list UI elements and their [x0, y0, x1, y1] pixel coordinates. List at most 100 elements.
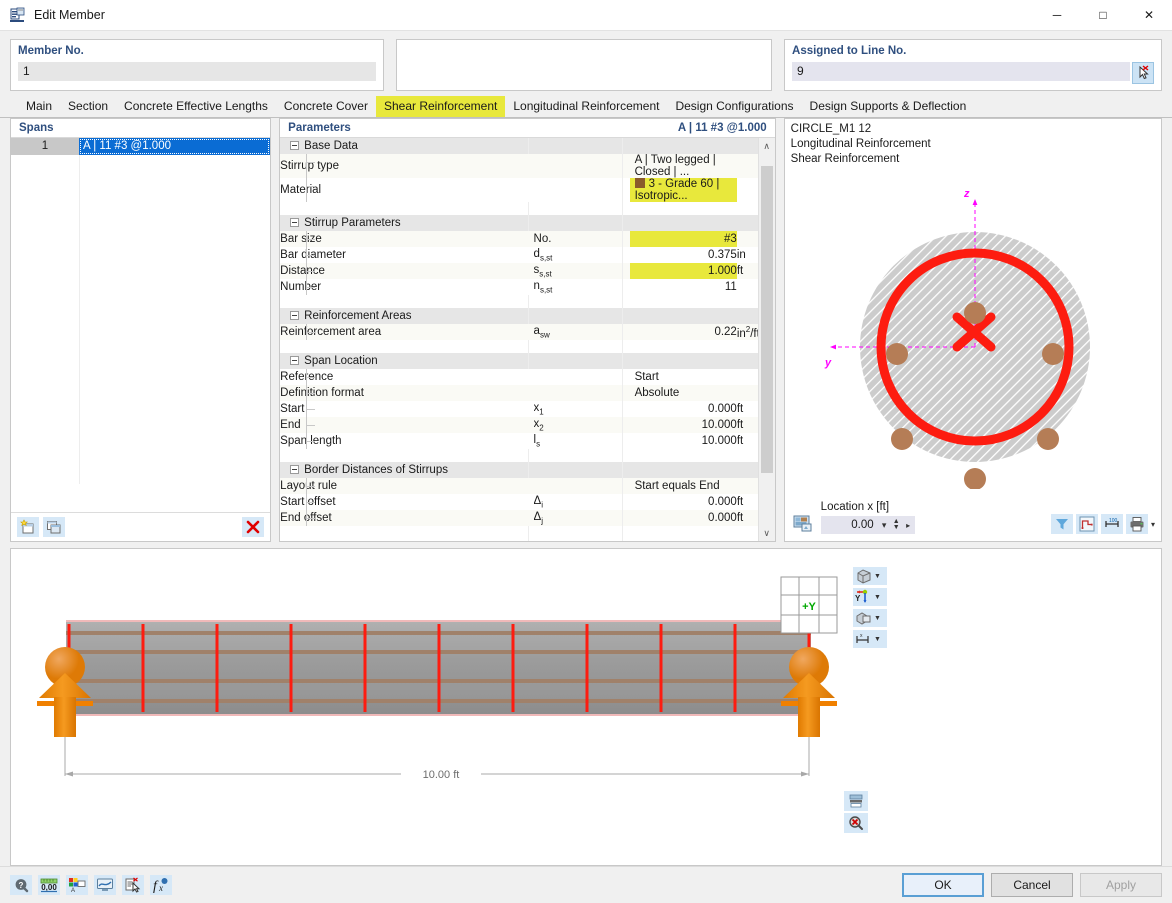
param-row[interactable]: Reinforcement area asw 0.22 in2/ft: [280, 324, 775, 340]
collapse-icon[interactable]: [290, 141, 300, 150]
section-view-icon[interactable]: ▼: [853, 609, 887, 627]
param-value[interactable]: 11: [629, 279, 737, 295]
parameters-scrollbar[interactable]: ∧ ∨: [757, 138, 775, 541]
collapse-icon[interactable]: [290, 465, 300, 474]
scroll-up-arrow[interactable]: ∧: [759, 138, 775, 154]
visual-objects-icon[interactable]: [94, 875, 116, 895]
param-row[interactable]: Bar size No. #3: [280, 231, 775, 247]
print-icon[interactable]: [1125, 514, 1148, 534]
tab-design-supports-deflection[interactable]: Design Supports & Deflection: [802, 96, 975, 117]
comment-icon[interactable]: [122, 875, 144, 895]
render-cube-icon[interactable]: ▼: [853, 567, 887, 585]
param-value[interactable]: Start: [629, 369, 737, 385]
collapse-icon[interactable]: [290, 218, 300, 227]
chevron-down-icon[interactable]: ▼: [874, 636, 881, 643]
close-button[interactable]: ✕: [1126, 0, 1172, 30]
tab-shear-reinforcement[interactable]: Shear Reinforcement: [375, 96, 506, 117]
formula-icon[interactable]: f x: [150, 875, 172, 895]
chevron-down-icon[interactable]: ▼: [874, 594, 881, 601]
param-value[interactable]: 0.000: [629, 510, 737, 526]
dimensions-icon[interactable]: [1075, 514, 1098, 534]
pick-line-icon[interactable]: [1132, 62, 1154, 84]
param-value[interactable]: Absolute: [629, 385, 737, 401]
header-fields: Member No. Assigned to Line No.: [0, 31, 1172, 97]
delete-icon[interactable]: [242, 517, 265, 537]
help-icon[interactable]: ?: [10, 875, 32, 895]
units-icon[interactable]: 0,00: [38, 875, 60, 895]
display-properties-icon[interactable]: A: [66, 875, 88, 895]
middle-box: [396, 39, 773, 91]
copy-span-icon[interactable]: [43, 517, 65, 537]
cancel-button[interactable]: Cancel: [991, 873, 1073, 897]
next-location-icon[interactable]: ▸: [902, 521, 915, 530]
member-no-input[interactable]: [18, 62, 377, 81]
tab-design-configurations[interactable]: Design Configurations: [667, 96, 801, 117]
param-group-label: Span Location: [304, 355, 378, 367]
scrollbar-thumb[interactable]: [760, 166, 773, 473]
param-row[interactable]: Layout rule Start equals End: [280, 478, 775, 494]
tab-concrete-cover[interactable]: Concrete Cover: [276, 96, 376, 117]
assigned-line-box: Assigned to Line No.: [784, 39, 1162, 91]
param-value[interactable]: 10.000: [629, 417, 737, 433]
scroll-down-arrow[interactable]: ∨: [759, 525, 775, 541]
param-row[interactable]: End offset Δj 0.000 ft: [280, 510, 775, 526]
filter-icon[interactable]: [1050, 514, 1073, 534]
param-row[interactable]: Start offset Δi 0.000 ft: [280, 494, 775, 510]
assigned-line-input[interactable]: [792, 62, 1130, 81]
collapse-icon[interactable]: [290, 356, 300, 365]
axis-system-icon[interactable]: Y ▼: [853, 588, 887, 606]
spinner-icon[interactable]: ▲ ▼: [891, 518, 902, 531]
print-dropdown-caret[interactable]: ▾: [1151, 520, 1155, 529]
param-value[interactable]: 3 - Grade 60 | Isotropic...: [629, 178, 737, 202]
tab-longitudinal-reinforcement[interactable]: Longitudinal Reinforcement: [505, 96, 667, 117]
tab-concrete-effective-lengths[interactable]: Concrete Effective Lengths: [116, 96, 276, 117]
zoom-reset-icon[interactable]: [844, 813, 868, 833]
param-value[interactable]: Start equals End: [629, 478, 737, 494]
param-value[interactable]: 0.22: [629, 324, 737, 340]
param-row[interactable]: End x2 10.000 ft: [280, 417, 775, 433]
spans-panel: Spans 1 A | 11 #3 @1.000: [10, 118, 272, 542]
ok-button[interactable]: OK: [902, 873, 984, 897]
param-row[interactable]: Material 3 - Grade 60 | Isotropic...: [280, 178, 775, 202]
span-value[interactable]: A | 11 #3 @1.000: [79, 138, 271, 155]
param-symbol: No.: [533, 231, 630, 247]
param-row[interactable]: Stirrup type A | Two legged | Closed | ..…: [280, 154, 775, 178]
list-item[interactable]: 1 A | 11 #3 @1.000: [11, 138, 271, 155]
section-view-canvas[interactable]: CIRCLE_M1 12 Longitudinal Reinforcement …: [784, 119, 1161, 498]
param-value[interactable]: 0.000: [629, 401, 737, 417]
location-x-stepper[interactable]: 0.00 ▾ ▲ ▼ ▸: [820, 516, 915, 534]
param-value[interactable]: 1.000: [629, 263, 737, 279]
tab-main[interactable]: Main: [18, 96, 60, 117]
param-row[interactable]: Start x1 0.000 ft: [280, 401, 775, 417]
svg-text:x: x: [158, 883, 163, 893]
dimension-icon[interactable]: x ▼: [853, 630, 887, 648]
scale-icon[interactable]: 100: [1100, 514, 1123, 534]
parameters-tree[interactable]: Base Data Stirrup type A | Two legged | Cl…: [280, 138, 775, 541]
location-x-value[interactable]: 0.00: [821, 519, 878, 531]
table-view-icon[interactable]: [844, 791, 868, 811]
tab-strip: Main Section Concrete Effective Lengths …: [0, 96, 1172, 118]
param-row[interactable]: Distance ss,st 1.000 ft: [280, 263, 775, 279]
chevron-down-icon[interactable]: ▾: [878, 520, 891, 531]
collapse-icon[interactable]: [290, 311, 300, 320]
param-value[interactable]: A | Two legged | Closed | ...: [629, 154, 737, 178]
param-row[interactable]: Definition format Absolute: [280, 385, 775, 401]
param-value[interactable]: 0.375: [629, 247, 737, 263]
maximize-button[interactable]: □: [1080, 0, 1126, 30]
param-value[interactable]: #3: [629, 231, 737, 247]
tab-section[interactable]: Section: [60, 96, 116, 117]
minimize-button[interactable]: ─: [1034, 0, 1080, 30]
new-span-icon[interactable]: [17, 517, 39, 537]
param-value[interactable]: 10.000: [629, 433, 737, 449]
param-row[interactable]: Number ns,st 11: [280, 279, 775, 295]
render-mode-icon[interactable]: [793, 515, 813, 533]
param-row[interactable]: Reference Start: [280, 369, 775, 385]
param-value[interactable]: 0.000: [629, 494, 737, 510]
svg-text:z: z: [963, 188, 970, 200]
param-row[interactable]: Span length ls 10.000 ft: [280, 433, 775, 449]
apply-button[interactable]: Apply: [1080, 873, 1162, 897]
chevron-down-icon[interactable]: ▼: [874, 615, 881, 622]
param-row[interactable]: Bar diameter ds,st 0.375 in: [280, 247, 775, 263]
chevron-down-icon[interactable]: ▼: [874, 573, 881, 580]
model-view-canvas[interactable]: 10.00 ft +Y ▼ Y ▼ ▼ x ▼: [10, 548, 1162, 866]
